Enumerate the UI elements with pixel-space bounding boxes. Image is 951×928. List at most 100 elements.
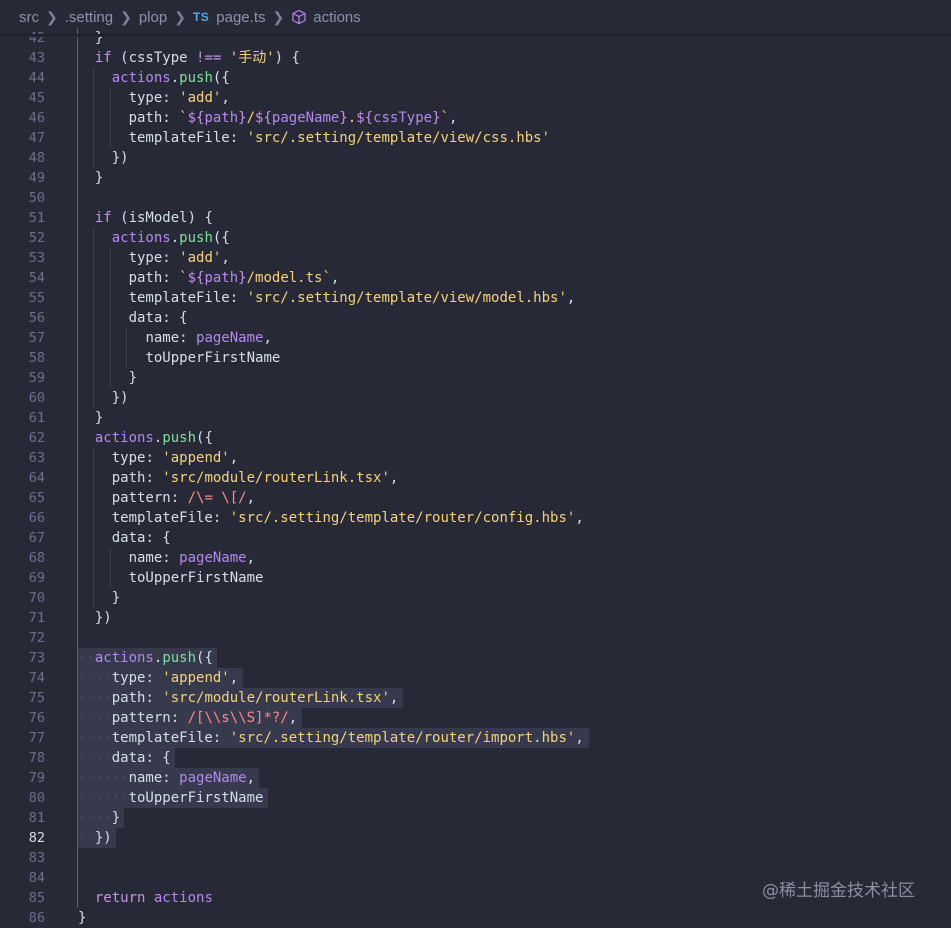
line-number: 63 — [28, 450, 45, 466]
chevron-right-icon: ❯ — [272, 8, 285, 25]
indent-whitespace: ···· — [78, 810, 112, 826]
code-line[interactable]: 56 data: { — [0, 308, 951, 328]
breadcrumb-item-src[interactable]: src — [19, 9, 39, 26]
code-line[interactable]: 53 type: 'add', — [0, 248, 951, 268]
code-token: }) — [111, 390, 129, 406]
code-token: 'append' — [162, 450, 230, 466]
code-token: 'src/.setting/template/view/css.hbs' — [246, 130, 551, 146]
code-line[interactable]: 74 ····type: 'append', — [0, 668, 951, 688]
line-number: 83 — [28, 850, 45, 866]
code-line[interactable]: 49 } — [0, 168, 951, 188]
code-line[interactable]: 59 } — [0, 368, 951, 388]
code-line[interactable]: 83 — [0, 848, 951, 868]
code-token: 'src/module/routerLink.tsx' — [162, 470, 390, 486]
code-token: , — [229, 670, 239, 686]
code-line[interactable]: 65 pattern: /\= \[/, — [0, 488, 951, 508]
code-line[interactable]: 86} — [0, 908, 951, 928]
code-text: } — [78, 168, 103, 188]
code-token: , — [221, 250, 230, 266]
code-text: return actions — [78, 888, 213, 908]
code-line[interactable]: 45 type: 'add', — [0, 88, 951, 108]
code-line[interactable]: 54 path: `${path}/model.ts`, — [0, 268, 951, 288]
code-text: templateFile: 'src/.setting/template/vie… — [78, 128, 550, 148]
code-token: path — [111, 690, 146, 706]
code-token: ({ — [212, 70, 230, 86]
code-text: ····path: 'src/module/routerLink.tsx', — [78, 688, 398, 708]
code-line[interactable]: 57 name: pageName, — [0, 328, 951, 348]
code-line[interactable]: 72 — [0, 628, 951, 648]
code-token: , — [330, 270, 340, 286]
code-text: actions.push({ — [78, 228, 230, 248]
code-line[interactable]: 77 ····templateFile: 'src/.setting/templa… — [0, 728, 951, 748]
code-line[interactable]: 42 } — [0, 28, 951, 48]
code-line[interactable]: 66 templateFile: 'src/.setting/template/… — [0, 508, 951, 528]
code-line[interactable]: 78 ····data: { — [0, 748, 951, 768]
code-token: : — [170, 710, 188, 726]
code-line[interactable]: 52 actions.push({ — [0, 228, 951, 248]
code-line[interactable]: 50 — [0, 188, 951, 208]
code-line[interactable]: 67 data: { — [0, 528, 951, 548]
code-token: ${ — [187, 110, 205, 126]
code-line[interactable]: 69 toUpperFirstName — [0, 568, 951, 588]
code-line[interactable]: 55 templateFile: 'src/.setting/template/… — [0, 288, 951, 308]
code-token: : — [229, 290, 247, 306]
code-text: ····} — [78, 808, 120, 828]
code-token: toUpperFirstName — [128, 790, 264, 806]
code-token: } — [432, 110, 441, 126]
code-token: path — [128, 270, 163, 286]
code-line[interactable]: 81 ····} — [0, 808, 951, 828]
code-line[interactable]: 79 ······name: pageName, — [0, 768, 951, 788]
code-line[interactable]: 60 }) — [0, 388, 951, 408]
code-line[interactable]: 80 ······toUpperFirstName — [0, 788, 951, 808]
code-line[interactable]: 68 name: pageName, — [0, 548, 951, 568]
code-text: toUpperFirstName — [78, 348, 280, 368]
indent-whitespace: ···· — [78, 730, 112, 746]
code-line[interactable]: 71 }) — [0, 608, 951, 628]
code-line[interactable]: 63 type: 'append', — [0, 448, 951, 468]
code-line[interactable]: 75 ····path: 'src/module/routerLink.tsx', — [0, 688, 951, 708]
breadcrumb-item-plop[interactable]: plop — [139, 9, 167, 26]
code-line[interactable]: 82 ··}) — [0, 828, 951, 848]
code-text: templateFile: 'src/.setting/template/rou… — [78, 508, 584, 528]
code-token: actions — [94, 430, 154, 446]
cube-icon — [292, 9, 306, 25]
code-line[interactable]: 48 }) — [0, 148, 951, 168]
breadcrumb-item-file[interactable]: page.ts — [216, 9, 265, 26]
code-token: ` — [179, 110, 188, 126]
code-line[interactable]: 70 } — [0, 588, 951, 608]
code-token: path — [128, 110, 163, 126]
code-text: path: `${path}/model.ts`, — [78, 268, 340, 288]
code-line[interactable]: 43 if (cssType !== '手动') { — [0, 48, 951, 68]
code-token: , — [389, 470, 399, 486]
code-line[interactable]: 46 path: `${path}/${pageName}.${cssType}… — [0, 108, 951, 128]
code-token: '手动' — [229, 50, 275, 66]
code-text: type: 'append', — [78, 448, 238, 468]
code-line[interactable]: 73 ··actions.push({ — [0, 648, 951, 668]
code-token: actions — [94, 650, 154, 666]
breadcrumb-item-symbol[interactable]: actions — [313, 9, 361, 26]
code-line[interactable]: 44 actions.push({ — [0, 68, 951, 88]
code-token: ({ — [196, 430, 213, 446]
code-line[interactable]: 76 ····pattern: /[\\s\\S]*?/, — [0, 708, 951, 728]
code-token: } — [128, 370, 138, 386]
code-token: : — [145, 470, 163, 486]
code-token: if — [94, 50, 112, 66]
code-token: : — [162, 110, 180, 126]
code-line[interactable]: 47 templateFile: 'src/.setting/template/… — [0, 128, 951, 148]
breadcrumb-item-setting[interactable]: .setting — [65, 9, 113, 26]
code-token: } — [94, 30, 104, 46]
code-line[interactable]: 51 if (isModel) { — [0, 208, 951, 228]
line-number: 54 — [28, 270, 45, 286]
code-token: pattern — [111, 490, 171, 506]
code-line[interactable]: 61 } — [0, 408, 951, 428]
code-line[interactable]: 64 path: 'src/module/routerLink.tsx', — [0, 468, 951, 488]
code-line[interactable]: 62 actions.push({ — [0, 428, 951, 448]
code-line[interactable]: 58 toUpperFirstName — [0, 348, 951, 368]
